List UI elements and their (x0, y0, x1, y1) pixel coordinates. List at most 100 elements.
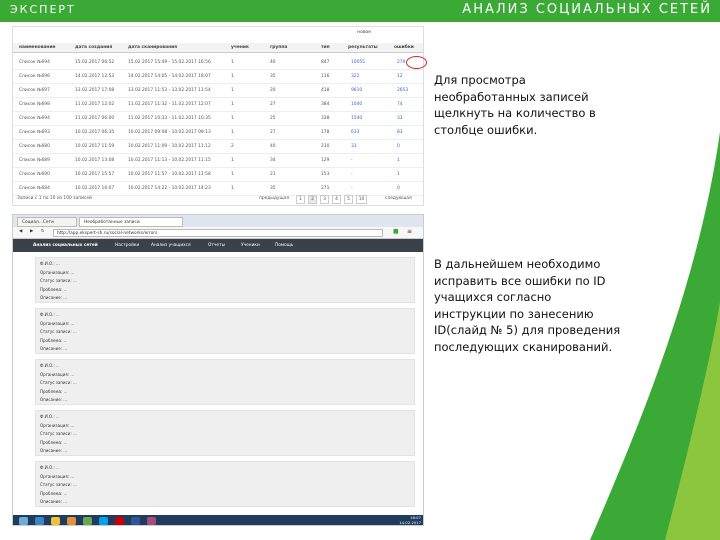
browser-tab[interactable]: Социал...Сети (17, 217, 77, 227)
pager-prev-button[interactable]: предыдущая (259, 196, 289, 201)
table-cell: 116 (321, 74, 330, 79)
skype-icon[interactable] (99, 517, 108, 525)
table-cell: 129 (321, 158, 330, 163)
nav-item[interactable]: Помощь (275, 243, 293, 248)
yandex-icon[interactable] (115, 517, 124, 525)
menu-icon[interactable]: ≡ (407, 228, 412, 235)
word-icon[interactable] (131, 517, 140, 525)
table-cell: 10.02.2017 11:13 - 10.02.2017 11:15 (128, 158, 211, 163)
results-count-link[interactable]: 10055 (351, 60, 365, 65)
table-cell: 11.02.2017 10:33 - 11.02.2017 10:35 (128, 116, 211, 121)
pager-next-button[interactable]: следующая (385, 196, 412, 201)
errors-count-link[interactable]: 74 (397, 102, 403, 107)
results-count-link[interactable]: - (351, 186, 353, 191)
instruction-note-2: В дальнейшем необходимо исправить все ош… (434, 257, 621, 354)
column-header[interactable]: ошибки (394, 45, 414, 50)
back-icon[interactable]: ◀ (19, 229, 22, 234)
errors-count-link[interactable]: 1 (397, 158, 400, 163)
table-cell: Список №698 (19, 102, 50, 107)
pager-page[interactable]: 1 (296, 195, 305, 204)
errors-count-link[interactable]: 12 (397, 74, 403, 79)
nav-item[interactable]: Настройки (115, 243, 139, 248)
table-cell: 1 (231, 116, 234, 121)
results-count-link[interactable]: 1540 (351, 116, 362, 121)
column-header[interactable]: дата сканирования (128, 45, 177, 50)
record-field-desc: Описание: ... (40, 397, 68, 402)
pager-page[interactable]: 3 (320, 195, 329, 204)
start-icon[interactable] (19, 517, 28, 525)
table-cell: Список №694 (19, 116, 50, 121)
errors-count-link[interactable]: 0 (397, 186, 400, 191)
table-cell: 10.02.2017 06:35 (75, 130, 115, 135)
record-field-org: Организация: ... (40, 422, 75, 428)
forward-icon[interactable]: ▶ (30, 229, 33, 234)
table-cell: 10.02.2017 15:57 (75, 172, 115, 177)
pager-page[interactable]: 5 (344, 195, 353, 204)
results-count-link[interactable]: 33 (351, 144, 357, 149)
errors-count-link[interactable]: 1 (397, 172, 400, 177)
table-cell: 27 (270, 130, 276, 135)
pagination: Записи с 1 по 10 из 100 записей предыдущ… (13, 195, 423, 205)
nav-item[interactable]: Отчеты (208, 243, 225, 248)
record-field-status: Статус записи: ... (40, 278, 77, 283)
nav-item[interactable]: Анализ учащихся (151, 243, 191, 248)
record-field-name: Ф.И.О.: ... (40, 414, 60, 419)
column-header[interactable]: наименование (19, 45, 56, 50)
column-header[interactable]: ученик (231, 45, 249, 50)
page-title: АНАЛИЗ СОЦИАЛЬНЫХ СЕТЕЙ (462, 2, 712, 17)
browser-tab-active[interactable]: Необработанные записи (79, 217, 183, 227)
reload-icon[interactable]: ↻ (41, 229, 45, 234)
media-icon[interactable] (67, 517, 76, 525)
record-field-status: Статус записи: ... (40, 482, 77, 487)
error-record: Ф.И.О.: ... Организация: ... Статус записи… (35, 359, 415, 405)
table-cell: 1 (231, 102, 234, 107)
errors-count-link[interactable]: 83 (397, 130, 403, 135)
table-cell: 1 (231, 186, 234, 191)
column-header[interactable]: дата создания (75, 45, 112, 50)
column-header[interactable]: тип (321, 45, 330, 50)
table-cell: 25 (270, 116, 276, 121)
errors-count-link[interactable]: 33 (397, 116, 403, 121)
pager-page[interactable]: 4 (332, 195, 341, 204)
table-cell: Список №697 (19, 88, 50, 93)
results-count-link[interactable]: - (351, 158, 353, 163)
extension-icon[interactable]: ■ (393, 228, 399, 235)
table-cell: 10.02.2017 11:09 - 10.02.2017 11:12 (128, 144, 211, 149)
results-count-link[interactable]: 9610 (351, 88, 362, 93)
table-header: наименование дата создания дата сканиров… (13, 43, 423, 53)
ie-icon[interactable] (35, 517, 44, 525)
errors-count-link[interactable]: 2653 (397, 88, 408, 93)
url-input[interactable]: http://app.ekspert-sh.ru/social-networks… (53, 229, 383, 237)
column-header[interactable]: результаты (348, 45, 378, 50)
table-cell: 35 (270, 186, 276, 191)
results-count-link[interactable]: 1040 (351, 102, 362, 107)
folder-icon[interactable] (51, 517, 60, 525)
results-count-link[interactable]: 322 (351, 74, 359, 79)
table-cell: 230 (321, 144, 330, 149)
pager-page[interactable]: 10 (356, 195, 367, 204)
nav-item[interactable]: Ученики (241, 243, 260, 248)
error-record: Ф.И.О.: ... Организация: ... Статус записи… (35, 308, 415, 354)
pager-page[interactable]: 2 (308, 195, 317, 204)
column-header[interactable]: группа (270, 45, 287, 50)
nav-item[interactable]: Анализ социальных сетей (33, 243, 98, 248)
table-cell: 338 (321, 116, 330, 121)
results-count-link[interactable]: 633 (351, 130, 359, 135)
table-cell: 14.02.2017 12:53 (75, 74, 115, 79)
table-cell: 10.02.2017 13:08 (75, 158, 115, 163)
chrome-icon[interactable] (83, 517, 92, 525)
paint-icon[interactable] (147, 517, 156, 525)
record-field-problem: Проблема: ... (40, 439, 68, 445)
results-count-link[interactable]: - (351, 172, 353, 177)
table-row: Список №694 11.02.2017 06:00 11.02.2017 10… (13, 111, 423, 126)
errors-count-link[interactable]: 0 (397, 144, 400, 149)
record-field-problem: Проблема: ... (40, 337, 68, 343)
table-cell: Список №690 (19, 172, 50, 177)
record-field-problem: Проблема: ... (40, 490, 68, 496)
table-cell: 11.02.2017 06:00 (75, 116, 115, 121)
table-cell: 10.02.2017 09:08 - 10.02.2017 09:13 (128, 130, 211, 135)
table-cell: Список №689 (19, 158, 50, 163)
errors-count-link[interactable]: 279 (397, 60, 405, 65)
record-field-desc: Описание: ... (40, 346, 68, 351)
app-navbar: Анализ социальных сетей Настройки Анализ… (13, 239, 423, 252)
